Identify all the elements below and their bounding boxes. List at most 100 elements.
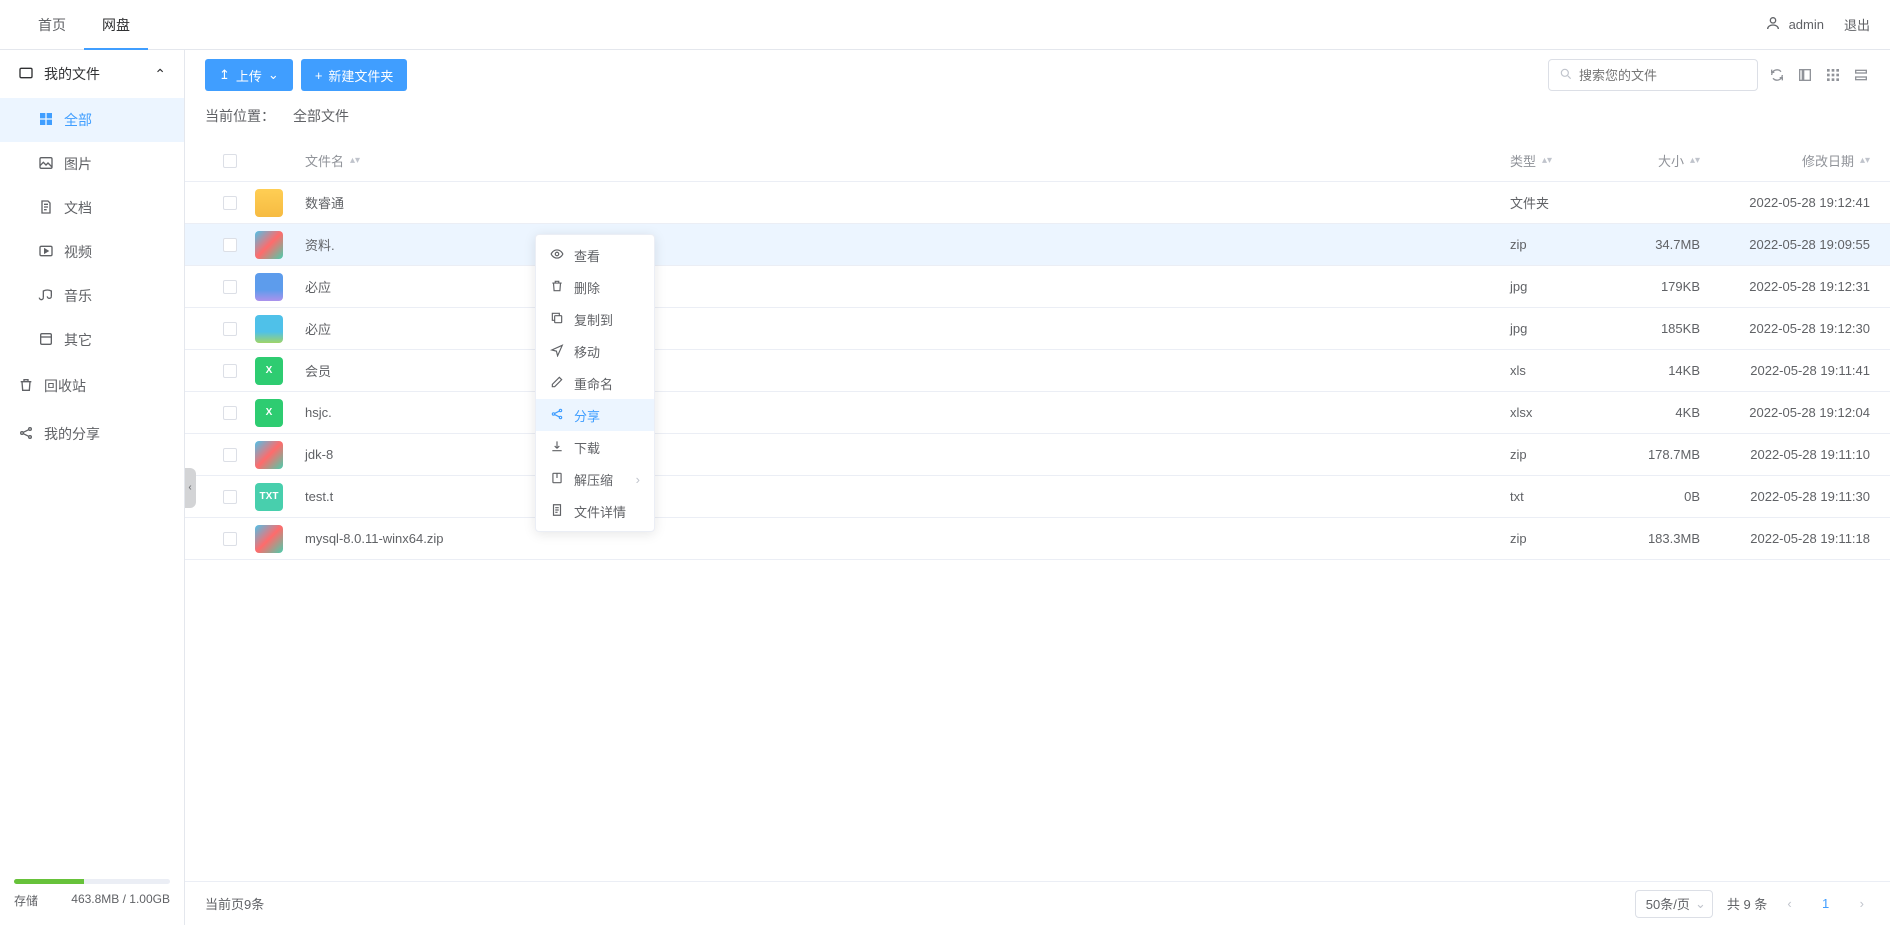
file-type-icon: X	[255, 357, 283, 385]
page-size-select[interactable]: 50条/页	[1635, 890, 1713, 918]
next-page[interactable]: ›	[1854, 896, 1870, 911]
file-date: 2022-05-28 19:11:10	[1700, 447, 1870, 462]
menu-item-eye[interactable]: 查看	[536, 239, 654, 271]
menu-item-copy[interactable]: 复制到	[536, 303, 654, 335]
sidebar-item-document[interactable]: 文档	[0, 186, 184, 230]
sidebar-item-video[interactable]: 视频	[0, 230, 184, 274]
row-checkbox[interactable]	[223, 406, 237, 420]
table-row[interactable]: mysql-8.0.11-winx64.zip zip 183.3MB 2022…	[185, 518, 1890, 560]
row-checkbox[interactable]	[223, 196, 237, 210]
file-size: 178.7MB	[1600, 447, 1700, 462]
row-checkbox[interactable]	[223, 238, 237, 252]
sidebar-group-myfiles[interactable]: 我的文件 ⌃	[0, 50, 184, 98]
sidebar-item-music[interactable]: 音乐	[0, 274, 184, 318]
file-type: zip	[1510, 237, 1600, 252]
breadcrumb-path[interactable]: 全部文件	[293, 106, 349, 126]
menu-item-download[interactable]: 下载	[536, 431, 654, 463]
row-checkbox[interactable]	[223, 532, 237, 546]
file-date: 2022-05-28 19:12:04	[1700, 405, 1870, 420]
table-row[interactable]: 必应 jpg 185KB 2022-05-28 19:12:30	[185, 308, 1890, 350]
document-icon	[38, 199, 54, 218]
file-name[interactable]: 数睿通	[305, 193, 1510, 212]
grid-view-icon[interactable]	[1824, 66, 1842, 84]
list-view-icon[interactable]	[1796, 66, 1814, 84]
table-row[interactable]: X hsjc. xlsx 4KB 2022-05-28 19:12:04	[185, 392, 1890, 434]
sort-icon: ▴▾	[1542, 158, 1552, 163]
file-type: txt	[1510, 489, 1600, 504]
file-size: 4KB	[1600, 405, 1700, 420]
file-name[interactable]: 资料.	[305, 235, 1510, 254]
plus-icon: +	[315, 68, 323, 83]
table-row[interactable]: jdk-8 zip 178.7MB 2022-05-28 19:11:10	[185, 434, 1890, 476]
logout-button[interactable]: 退出	[1844, 15, 1870, 34]
grid-icon	[38, 111, 54, 130]
menu-item-move[interactable]: 移动	[536, 335, 654, 367]
menu-item-label: 复制到	[574, 310, 613, 329]
user-icon	[1765, 15, 1781, 34]
menu-item-rename[interactable]: 重命名	[536, 367, 654, 399]
user-menu[interactable]: admin	[1765, 15, 1824, 34]
file-type: 文件夹	[1510, 193, 1600, 212]
sidebar-item-grid[interactable]: 全部	[0, 98, 184, 142]
folder-icon	[18, 65, 34, 84]
sidebar-item-recycle[interactable]: 回收站	[0, 362, 184, 410]
refresh-icon[interactable]	[1768, 66, 1786, 84]
row-checkbox[interactable]	[223, 280, 237, 294]
row-checkbox[interactable]	[223, 364, 237, 378]
file-type-icon	[255, 189, 283, 217]
trash-icon	[18, 377, 34, 396]
menu-item-label: 下载	[574, 438, 600, 457]
file-name[interactable]: jdk-8	[305, 447, 1510, 462]
search-box[interactable]	[1548, 59, 1758, 91]
storage-used: 463.8MB / 1.00GB	[71, 892, 170, 909]
file-date: 2022-05-28 19:12:41	[1700, 195, 1870, 210]
sidebar-item-share[interactable]: 我的分享	[0, 410, 184, 458]
col-date-header[interactable]: 修改日期▴▾	[1700, 151, 1870, 170]
table-row[interactable]: 数睿通 文件夹 2022-05-28 19:12:41	[185, 182, 1890, 224]
file-name[interactable]: 必应	[305, 277, 1510, 296]
file-name[interactable]: hsjc.	[305, 405, 1510, 420]
table-row[interactable]: TXT test.t txt 0B 2022-05-28 19:11:30	[185, 476, 1890, 518]
file-size: 0B	[1600, 489, 1700, 504]
col-size-header[interactable]: 大小▴▾	[1600, 151, 1700, 170]
file-name[interactable]: test.t	[305, 489, 1510, 504]
sidebar-item-other[interactable]: 其它	[0, 318, 184, 362]
file-name[interactable]: 会员	[305, 361, 1510, 380]
table-row[interactable]: X 会员 xls 14KB 2022-05-28 19:11:41	[185, 350, 1890, 392]
row-checkbox[interactable]	[223, 448, 237, 462]
menu-item-share[interactable]: 分享	[536, 399, 654, 431]
recycle-label: 回收站	[44, 376, 86, 396]
other-icon	[38, 331, 54, 350]
upload-button[interactable]: ↥ 上传 ⌄	[205, 59, 293, 91]
table-row[interactable]: 必应 jpg 179KB 2022-05-28 19:12:31	[185, 266, 1890, 308]
newfolder-button[interactable]: + 新建文件夹	[301, 59, 408, 91]
tab-home[interactable]: 首页	[20, 0, 84, 50]
file-name[interactable]: mysql-8.0.11-winx64.zip	[305, 531, 1510, 546]
sidebar-item-image[interactable]: 图片	[0, 142, 184, 186]
timeline-view-icon[interactable]	[1852, 66, 1870, 84]
file-name[interactable]: 必应	[305, 319, 1510, 338]
menu-item-extract[interactable]: 解压缩›	[536, 463, 654, 495]
col-type-header[interactable]: 类型▴▾	[1510, 151, 1600, 170]
menu-item-label: 删除	[574, 278, 600, 297]
col-name-header[interactable]: 文件名▴▾	[305, 151, 1510, 170]
menu-item-label: 重命名	[574, 374, 613, 393]
file-size: 185KB	[1600, 321, 1700, 336]
row-checkbox[interactable]	[223, 322, 237, 336]
sidebar-collapse-handle[interactable]: ‹	[185, 468, 196, 508]
page-number[interactable]: 1	[1812, 890, 1840, 918]
prev-page[interactable]: ‹	[1781, 896, 1797, 911]
menu-item-label: 分享	[574, 406, 600, 425]
table-row[interactable]: 资料. zip 34.7MB 2022-05-28 19:09:55	[185, 224, 1890, 266]
tab-netdisk[interactable]: 网盘	[84, 0, 148, 50]
search-input[interactable]	[1579, 68, 1755, 83]
row-checkbox[interactable]	[223, 490, 237, 504]
menu-item-detail[interactable]: 文件详情	[536, 495, 654, 527]
file-size: 179KB	[1600, 279, 1700, 294]
select-all-checkbox[interactable]	[223, 154, 237, 168]
sort-icon: ▴▾	[1690, 158, 1700, 163]
menu-item-label: 文件详情	[574, 502, 626, 521]
image-icon	[38, 155, 54, 174]
sidebar-item-label: 文档	[64, 198, 92, 218]
menu-item-trash[interactable]: 删除	[536, 271, 654, 303]
